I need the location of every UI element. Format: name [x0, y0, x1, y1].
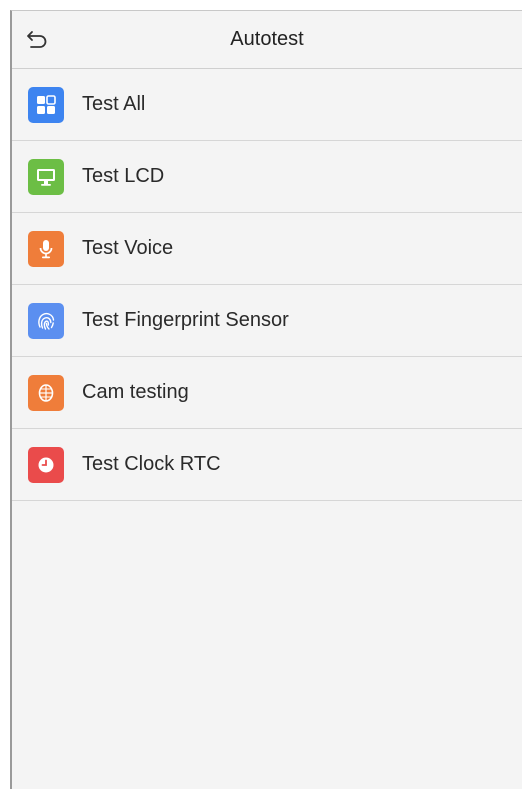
microphone-icon: [28, 230, 64, 267]
menu-item-label: Test LCD: [82, 165, 165, 187]
menu-item-label: Test Voice: [82, 237, 174, 259]
menu-item-label: Test Fingerprint Sensor: [82, 309, 289, 331]
face-icon: [28, 374, 64, 411]
menu-item-cam-testing[interactable]: Cam testing: [12, 357, 522, 429]
menu-item-test-fingerprint-sensor[interactable]: Test Fingerprint Sensor: [12, 285, 522, 357]
monitor-icon: [28, 158, 64, 195]
grid-icon: [28, 86, 64, 123]
header-bar: Autotest: [12, 11, 522, 69]
page-title: Autotest: [230, 28, 304, 50]
fingerprint-icon: [28, 302, 64, 339]
back-arrow-icon: [27, 31, 47, 48]
clock-icon: [28, 446, 64, 483]
menu-item-label: Test All: [82, 93, 146, 115]
back-button[interactable]: [22, 25, 52, 55]
menu-item-test-clock-rtc[interactable]: Test Clock RTC: [12, 429, 522, 501]
autotest-menu: Test All Test LCD Test Voice Test Finger…: [12, 69, 522, 501]
menu-item-test-voice[interactable]: Test Voice: [12, 213, 522, 285]
menu-item-test-all[interactable]: Test All: [12, 69, 522, 141]
menu-item-label: Test Clock RTC: [82, 453, 221, 475]
device-screen: Autotest Test All Test LCD Test Voice Te…: [10, 10, 522, 789]
menu-item-label: Cam testing: [82, 381, 189, 403]
menu-item-test-lcd[interactable]: Test LCD: [12, 141, 522, 213]
